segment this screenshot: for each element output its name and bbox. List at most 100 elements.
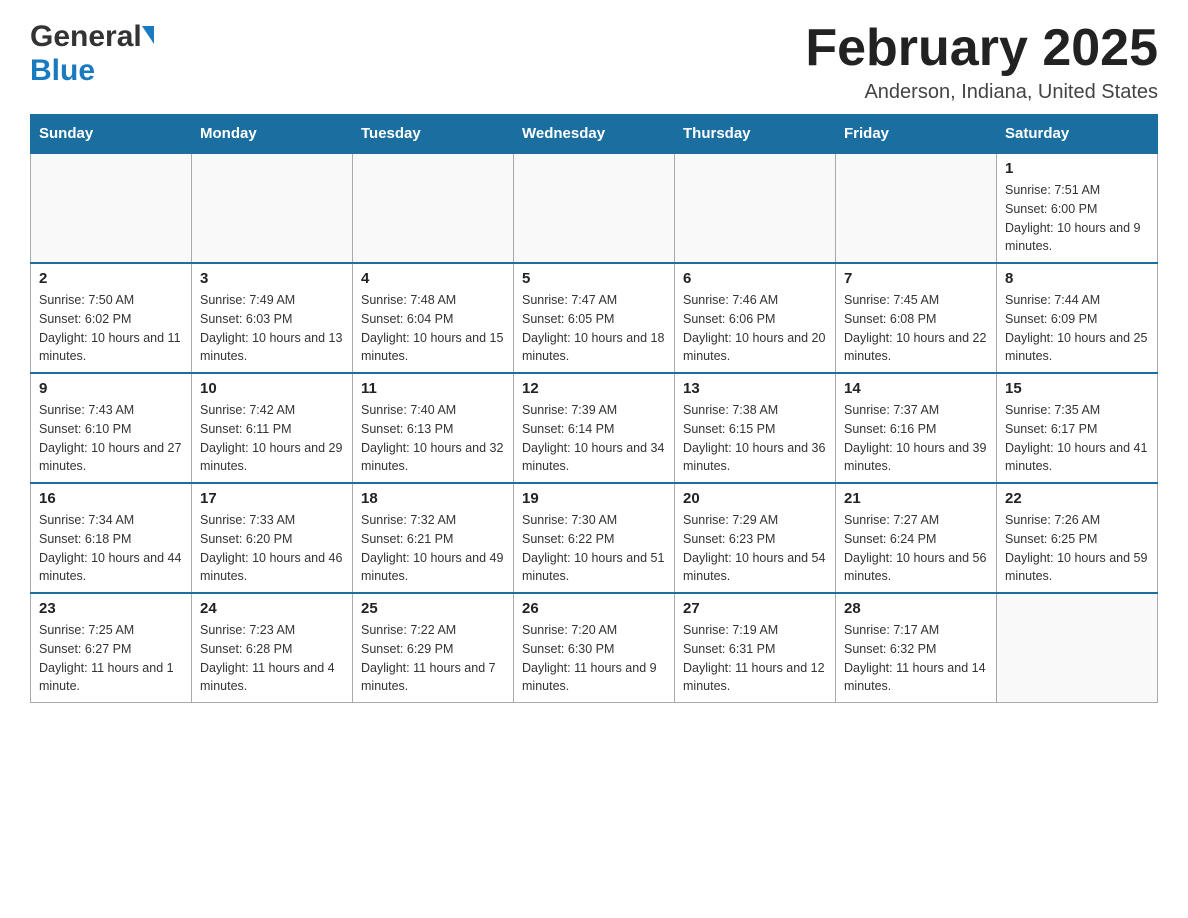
day-number: 5 xyxy=(522,270,666,287)
calendar-cell: 18 Sunrise: 7:32 AMSunset: 6:21 PMDayligh… xyxy=(353,483,514,593)
day-info: Sunrise: 7:29 AMSunset: 6:23 PMDaylight:… xyxy=(683,511,827,586)
day-info: Sunrise: 7:22 AMSunset: 6:29 PMDaylight:… xyxy=(361,621,505,696)
day-info: Sunrise: 7:25 AMSunset: 6:27 PMDaylight:… xyxy=(39,621,183,696)
day-info: Sunrise: 7:37 AMSunset: 6:16 PMDaylight:… xyxy=(844,401,988,476)
calendar-cell: 16 Sunrise: 7:34 AMSunset: 6:18 PMDayligh… xyxy=(31,483,192,593)
logo-general-text: General xyxy=(30,20,142,54)
day-info: Sunrise: 7:33 AMSunset: 6:20 PMDaylight:… xyxy=(200,511,344,586)
day-number: 9 xyxy=(39,380,183,397)
day-number: 7 xyxy=(844,270,988,287)
calendar-header-row: SundayMondayTuesdayWednesdayThursdayFrid… xyxy=(31,115,1158,154)
day-number: 18 xyxy=(361,490,505,507)
day-number: 22 xyxy=(1005,490,1149,507)
calendar-cell: 12 Sunrise: 7:39 AMSunset: 6:14 PMDayligh… xyxy=(514,373,675,483)
logo: General Blue xyxy=(30,20,156,88)
calendar-week-2: 2 Sunrise: 7:50 AMSunset: 6:02 PMDaylight… xyxy=(31,263,1158,373)
calendar-cell xyxy=(836,153,997,263)
day-number: 2 xyxy=(39,270,183,287)
calendar-cell: 1 Sunrise: 7:51 AMSunset: 6:00 PMDaylight… xyxy=(997,153,1158,263)
logo-blue-text: Blue xyxy=(30,54,95,87)
calendar-cell: 21 Sunrise: 7:27 AMSunset: 6:24 PMDayligh… xyxy=(836,483,997,593)
calendar-cell: 8 Sunrise: 7:44 AMSunset: 6:09 PMDaylight… xyxy=(997,263,1158,373)
day-info: Sunrise: 7:51 AMSunset: 6:00 PMDaylight:… xyxy=(1005,181,1149,256)
day-number: 8 xyxy=(1005,270,1149,287)
calendar-cell xyxy=(997,593,1158,703)
logo-triangle-icon xyxy=(142,26,154,44)
calendar-cell: 4 Sunrise: 7:48 AMSunset: 6:04 PMDaylight… xyxy=(353,263,514,373)
day-info: Sunrise: 7:48 AMSunset: 6:04 PMDaylight:… xyxy=(361,291,505,366)
calendar-cell: 25 Sunrise: 7:22 AMSunset: 6:29 PMDayligh… xyxy=(353,593,514,703)
calendar-cell: 15 Sunrise: 7:35 AMSunset: 6:17 PMDayligh… xyxy=(997,373,1158,483)
location-text: Anderson, Indiana, United States xyxy=(805,81,1158,104)
day-info: Sunrise: 7:20 AMSunset: 6:30 PMDaylight:… xyxy=(522,621,666,696)
calendar-table: SundayMondayTuesdayWednesdayThursdayFrid… xyxy=(30,114,1158,703)
day-info: Sunrise: 7:23 AMSunset: 6:28 PMDaylight:… xyxy=(200,621,344,696)
calendar-week-1: 1 Sunrise: 7:51 AMSunset: 6:00 PMDaylight… xyxy=(31,153,1158,263)
day-number: 21 xyxy=(844,490,988,507)
day-info: Sunrise: 7:32 AMSunset: 6:21 PMDaylight:… xyxy=(361,511,505,586)
day-number: 12 xyxy=(522,380,666,397)
day-info: Sunrise: 7:30 AMSunset: 6:22 PMDaylight:… xyxy=(522,511,666,586)
calendar-cell: 27Sunrise: 7:19 AMSunset: 6:31 PMDayligh… xyxy=(675,593,836,703)
title-section: February 2025 Anderson, Indiana, United … xyxy=(805,20,1158,104)
day-number: 1 xyxy=(1005,160,1149,177)
day-number: 24 xyxy=(200,600,344,617)
calendar-week-3: 9 Sunrise: 7:43 AMSunset: 6:10 PMDaylight… xyxy=(31,373,1158,483)
day-number: 26 xyxy=(522,600,666,617)
day-number: 23 xyxy=(39,600,183,617)
calendar-cell: 23 Sunrise: 7:25 AMSunset: 6:27 PMDayligh… xyxy=(31,593,192,703)
calendar-cell: 2 Sunrise: 7:50 AMSunset: 6:02 PMDaylight… xyxy=(31,263,192,373)
calendar-cell xyxy=(514,153,675,263)
day-info: Sunrise: 7:43 AMSunset: 6:10 PMDaylight:… xyxy=(39,401,183,476)
day-number: 17 xyxy=(200,490,344,507)
day-info: Sunrise: 7:38 AMSunset: 6:15 PMDaylight:… xyxy=(683,401,827,476)
calendar-cell xyxy=(675,153,836,263)
day-number: 28 xyxy=(844,600,988,617)
calendar-cell: 24 Sunrise: 7:23 AMSunset: 6:28 PMDayligh… xyxy=(192,593,353,703)
day-info: Sunrise: 7:44 AMSunset: 6:09 PMDaylight:… xyxy=(1005,291,1149,366)
day-number: 25 xyxy=(361,600,505,617)
day-info: Sunrise: 7:39 AMSunset: 6:14 PMDaylight:… xyxy=(522,401,666,476)
day-info: Sunrise: 7:34 AMSunset: 6:18 PMDaylight:… xyxy=(39,511,183,586)
day-info: Sunrise: 7:47 AMSunset: 6:05 PMDaylight:… xyxy=(522,291,666,366)
calendar-week-4: 16 Sunrise: 7:34 AMSunset: 6:18 PMDayligh… xyxy=(31,483,1158,593)
calendar-cell: 20 Sunrise: 7:29 AMSunset: 6:23 PMDayligh… xyxy=(675,483,836,593)
calendar-week-5: 23 Sunrise: 7:25 AMSunset: 6:27 PMDayligh… xyxy=(31,593,1158,703)
day-info: Sunrise: 7:42 AMSunset: 6:11 PMDaylight:… xyxy=(200,401,344,476)
day-number: 11 xyxy=(361,380,505,397)
day-info: Sunrise: 7:49 AMSunset: 6:03 PMDaylight:… xyxy=(200,291,344,366)
calendar-cell: 22 Sunrise: 7:26 AMSunset: 6:25 PMDayligh… xyxy=(997,483,1158,593)
calendar-cell: 10Sunrise: 7:42 AMSunset: 6:11 PMDayligh… xyxy=(192,373,353,483)
weekday-header-thursday: Thursday xyxy=(675,115,836,154)
day-info: Sunrise: 7:27 AMSunset: 6:24 PMDaylight:… xyxy=(844,511,988,586)
day-info: Sunrise: 7:17 AMSunset: 6:32 PMDaylight:… xyxy=(844,621,988,696)
day-info: Sunrise: 7:46 AMSunset: 6:06 PMDaylight:… xyxy=(683,291,827,366)
calendar-cell xyxy=(192,153,353,263)
calendar-cell: 7 Sunrise: 7:45 AMSunset: 6:08 PMDaylight… xyxy=(836,263,997,373)
day-number: 20 xyxy=(683,490,827,507)
day-number: 16 xyxy=(39,490,183,507)
weekday-header-monday: Monday xyxy=(192,115,353,154)
day-number: 4 xyxy=(361,270,505,287)
calendar-cell: 11 Sunrise: 7:40 AMSunset: 6:13 PMDayligh… xyxy=(353,373,514,483)
weekday-header-saturday: Saturday xyxy=(997,115,1158,154)
day-info: Sunrise: 7:40 AMSunset: 6:13 PMDaylight:… xyxy=(361,401,505,476)
weekday-header-tuesday: Tuesday xyxy=(353,115,514,154)
day-info: Sunrise: 7:26 AMSunset: 6:25 PMDaylight:… xyxy=(1005,511,1149,586)
month-title: February 2025 xyxy=(805,20,1158,77)
calendar-cell: 3 Sunrise: 7:49 AMSunset: 6:03 PMDaylight… xyxy=(192,263,353,373)
calendar-cell: 13Sunrise: 7:38 AMSunset: 6:15 PMDayligh… xyxy=(675,373,836,483)
day-number: 15 xyxy=(1005,380,1149,397)
calendar-cell: 9 Sunrise: 7:43 AMSunset: 6:10 PMDaylight… xyxy=(31,373,192,483)
day-info: Sunrise: 7:45 AMSunset: 6:08 PMDaylight:… xyxy=(844,291,988,366)
calendar-cell: 28 Sunrise: 7:17 AMSunset: 6:32 PMDayligh… xyxy=(836,593,997,703)
page-header: General Blue February 2025 Anderson, Ind… xyxy=(30,20,1158,104)
calendar-cell: 19 Sunrise: 7:30 AMSunset: 6:22 PMDayligh… xyxy=(514,483,675,593)
day-info: Sunrise: 7:50 AMSunset: 6:02 PMDaylight:… xyxy=(39,291,183,366)
calendar-cell xyxy=(353,153,514,263)
day-number: 19 xyxy=(522,490,666,507)
weekday-header-sunday: Sunday xyxy=(31,115,192,154)
day-number: 3 xyxy=(200,270,344,287)
calendar-cell xyxy=(31,153,192,263)
day-info: Sunrise: 7:35 AMSunset: 6:17 PMDaylight:… xyxy=(1005,401,1149,476)
